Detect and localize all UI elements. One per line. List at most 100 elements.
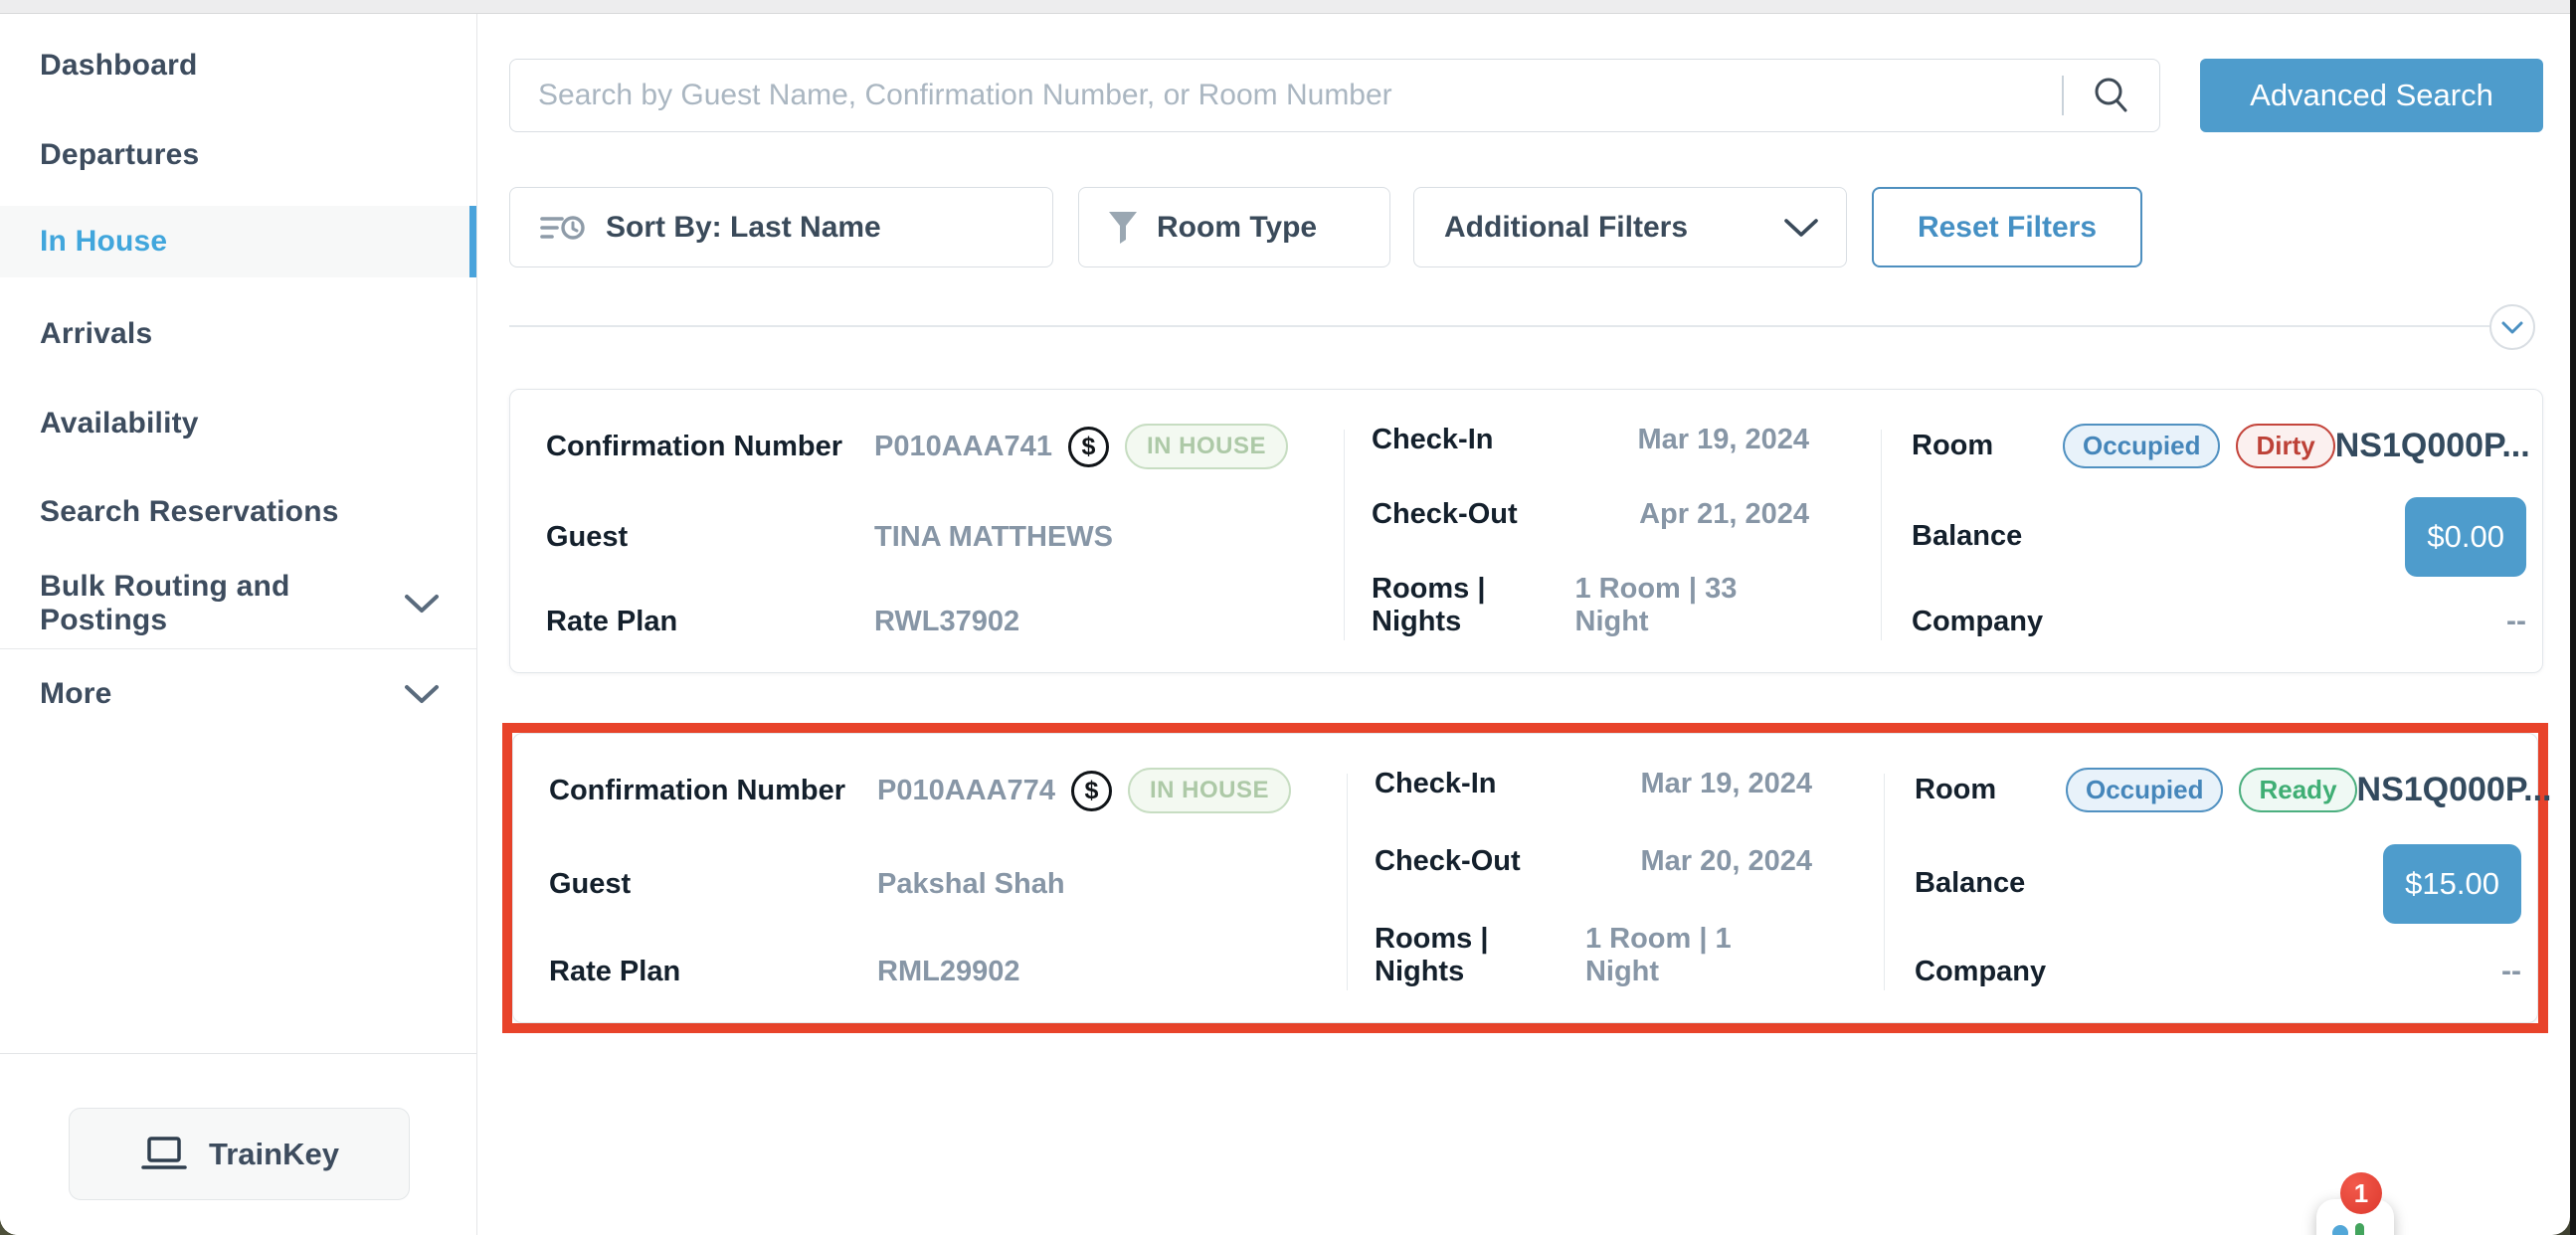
collapse-toggle-button[interactable]: [2489, 304, 2535, 350]
card-dates-column: Check-In Mar 19, 2024 Check-Out Apr 21, …: [1372, 424, 1809, 638]
housekeeping-status-pill: Ready: [2239, 768, 2356, 812]
check-in-label: Check-In: [1372, 424, 1493, 456]
chevron-down-icon: [403, 683, 441, 705]
sidebar-item-label: Dashboard: [40, 49, 198, 83]
sidebar-item-in-house[interactable]: In House: [0, 206, 476, 277]
active-indicator-bar: [469, 206, 476, 277]
chevron-down-icon: [2500, 320, 2524, 335]
sidebar-item-search-reservations[interactable]: Search Reservations: [0, 480, 476, 544]
room-type-label: Room Type: [1157, 211, 1317, 245]
confirmation-label: Confirmation Number: [546, 431, 874, 463]
confirmation-label: Confirmation Number: [549, 775, 877, 807]
check-out-label: Check-Out: [1375, 845, 1521, 878]
rate-plan-label: Rate Plan: [546, 606, 874, 638]
sort-by-dropdown[interactable]: Sort By: Last Name: [509, 187, 1053, 267]
room-label: Room: [1915, 774, 2054, 806]
company-value: --: [2506, 605, 2526, 638]
sidebar-bottom-panel: TrainKey: [0, 1053, 476, 1235]
company-label: Company: [1912, 606, 2043, 638]
guest-label: Guest: [546, 521, 874, 554]
card-room-column: Room Occupied Ready NS1Q000P... Balance …: [1915, 768, 2521, 988]
advanced-search-button[interactable]: Advanced Search: [2200, 59, 2543, 132]
rate-plan-value: RWL37902: [874, 606, 1019, 638]
status-badge: IN HOUSE: [1128, 768, 1291, 813]
balance-label: Balance: [1912, 520, 2022, 553]
sidebar-item-label: More: [40, 677, 111, 711]
reset-filters-button[interactable]: Reset Filters: [1872, 187, 2142, 267]
check-out-label: Check-Out: [1372, 498, 1518, 531]
rooms-nights-label: Rooms | Nights: [1375, 923, 1585, 988]
sidebar-divider: [0, 648, 476, 649]
room-number: NS1Q000P...: [2357, 771, 2552, 809]
sidebar-item-more[interactable]: More: [0, 662, 476, 726]
trainkey-button[interactable]: TrainKey: [69, 1108, 410, 1200]
sort-icon: [540, 212, 586, 244]
highlight-annotation-frame: Confirmation Number P010AAA774 $ IN HOUS…: [502, 723, 2548, 1033]
company-value: --: [2501, 955, 2521, 988]
search-input[interactable]: [510, 79, 2062, 112]
guest-value: TINA MATTHEWS: [874, 521, 1113, 554]
guest-value: Pakshal Shah: [877, 868, 1065, 901]
notification-badge: 1: [2340, 1172, 2382, 1214]
balance-button[interactable]: $0.00: [2405, 497, 2526, 577]
results-divider: [509, 325, 2490, 327]
app-window: Dashboard Departures In House Arrivals A…: [0, 0, 2570, 1235]
confirmation-value: P010AAA741: [874, 431, 1052, 463]
sidebar-item-arrivals[interactable]: Arrivals: [0, 302, 476, 366]
chevron-down-icon: [1782, 217, 1820, 239]
search-submit[interactable]: [2090, 60, 2159, 131]
check-out-value: Apr 21, 2024: [1639, 498, 1809, 531]
balance-button[interactable]: $15.00: [2383, 844, 2521, 924]
card-column-divider: [1884, 774, 1885, 990]
reservation-card[interactable]: Confirmation Number P010AAA741 $ IN HOUS…: [509, 389, 2543, 673]
check-in-value: Mar 19, 2024: [1640, 768, 1812, 800]
search-icon: [2090, 74, 2133, 117]
card-guest-column: Confirmation Number P010AAA741 $ IN HOUS…: [546, 424, 1322, 638]
rooms-nights-label: Rooms | Nights: [1372, 573, 1575, 638]
folio-dollar-icon[interactable]: $: [1068, 427, 1109, 467]
room-type-filter[interactable]: Room Type: [1078, 187, 1390, 267]
funnel-icon: [1107, 210, 1139, 246]
balance-label: Balance: [1915, 867, 2025, 900]
sidebar-item-label: Bulk Routing and Postings: [40, 570, 403, 637]
sidebar: Dashboard Departures In House Arrivals A…: [0, 14, 477, 1235]
search-input-divider: [2062, 76, 2064, 115]
housekeeping-status-pill: Dirty: [2236, 424, 2334, 468]
room-number: NS1Q000P...: [2335, 427, 2530, 465]
sidebar-item-departures[interactable]: Departures: [0, 123, 476, 187]
confirmation-value: P010AAA774: [877, 775, 1055, 807]
trainkey-label: TrainKey: [209, 1137, 339, 1172]
guest-label: Guest: [549, 868, 877, 901]
card-dates-column: Check-In Mar 19, 2024 Check-Out Mar 20, …: [1375, 768, 1812, 988]
check-out-value: Mar 20, 2024: [1640, 845, 1812, 878]
rooms-nights-value: 1 Room | 33 Night: [1575, 573, 1810, 638]
rate-plan-label: Rate Plan: [549, 956, 877, 988]
room-label: Room: [1912, 430, 2051, 462]
browser-top-strip: [0, 0, 2570, 14]
additional-filters-dropdown[interactable]: Additional Filters: [1413, 187, 1847, 267]
background-window-edge: [2570, 0, 2576, 1235]
folio-dollar-icon[interactable]: $: [1071, 771, 1112, 811]
sidebar-item-label: Availability: [40, 407, 199, 441]
sort-by-label: Sort By: Last Name: [606, 211, 881, 245]
card-column-divider: [1344, 430, 1345, 640]
notification-count: 1: [2354, 1178, 2368, 1209]
status-badge: IN HOUSE: [1125, 424, 1288, 469]
laptop-icon: [139, 1135, 189, 1174]
sidebar-item-dashboard[interactable]: Dashboard: [0, 34, 476, 97]
card-column-divider: [1347, 774, 1348, 990]
check-in-label: Check-In: [1375, 768, 1496, 800]
reservation-card[interactable]: Confirmation Number P010AAA774 $ IN HOUS…: [512, 733, 2538, 1023]
sidebar-item-bulk-routing[interactable]: Bulk Routing and Postings: [0, 572, 476, 635]
sidebar-item-label: Arrivals: [40, 317, 152, 351]
check-in-value: Mar 19, 2024: [1637, 424, 1809, 456]
sidebar-item-availability[interactable]: Availability: [0, 392, 476, 455]
additional-filters-label: Additional Filters: [1444, 211, 1688, 245]
chevron-down-icon: [403, 593, 441, 615]
rate-plan-value: RML29902: [877, 956, 1019, 988]
sidebar-item-label: In House: [40, 225, 167, 259]
sidebar-item-label: Departures: [40, 138, 199, 172]
room-status-pill: Occupied: [2066, 768, 2223, 812]
reset-filters-label: Reset Filters: [1918, 211, 2097, 245]
room-status-pill: Occupied: [2063, 424, 2220, 468]
